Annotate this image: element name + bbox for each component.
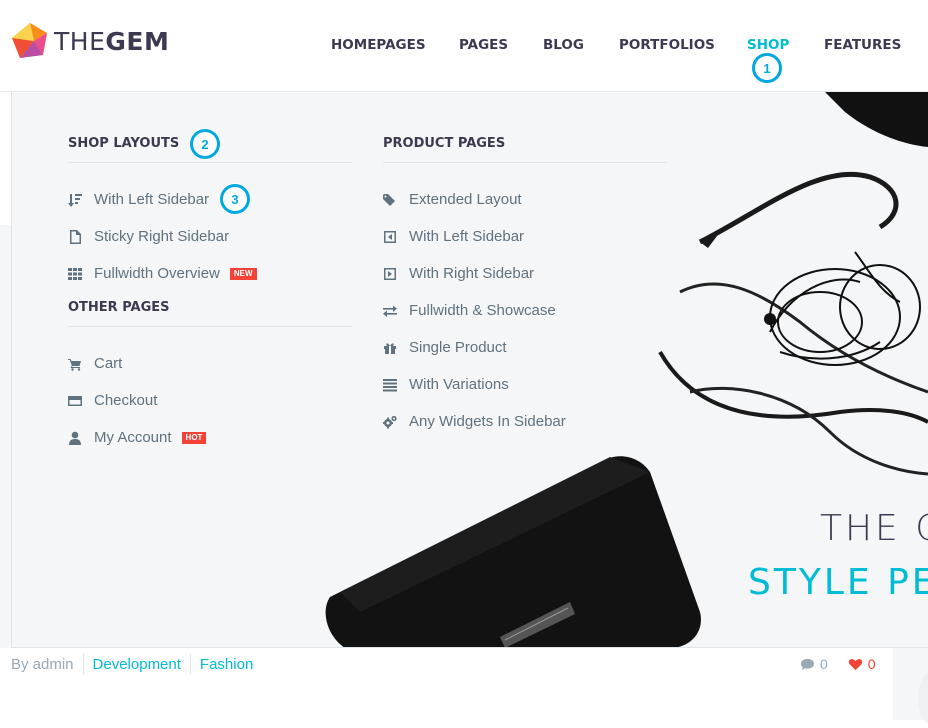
post-meta-right: 0 0 bbox=[800, 654, 876, 674]
heart-icon bbox=[848, 658, 862, 670]
menu-column-product-pages: PRODUCT PAGES Extended Layout With Left … bbox=[383, 136, 667, 440]
post-meta-bar: By admin Development Fashion 0 0 bbox=[0, 648, 928, 720]
product-pages-heading: PRODUCT PAGES bbox=[383, 136, 506, 151]
post-meta-left: By admin Development Fashion bbox=[11, 654, 253, 674]
divider bbox=[68, 326, 352, 327]
menu-item-with-variations[interactable]: With Variations bbox=[383, 366, 667, 403]
nav-features[interactable]: FEATURES bbox=[824, 37, 901, 53]
comments-count[interactable]: 0 bbox=[800, 656, 828, 672]
menu-column-shop-layouts: SHOP LAYOUTS With Left Sidebar Sticky Ri… bbox=[68, 136, 352, 456]
annotation-marker-3: 3 bbox=[220, 184, 250, 214]
menu-item-fullwidth-showcase[interactable]: Fullwidth & Showcase bbox=[383, 292, 667, 329]
menu-item-label: Checkout bbox=[94, 392, 158, 409]
other-pages-heading: OTHER PAGES bbox=[68, 300, 170, 315]
logo-text: THEGEM bbox=[54, 27, 169, 56]
nav-blog[interactable]: BLOG bbox=[543, 37, 584, 53]
cogs-icon bbox=[383, 415, 409, 429]
logo-text-light: THE bbox=[54, 26, 106, 56]
hot-badge: HOT bbox=[181, 431, 207, 444]
menu-item-fullwidth-overview[interactable]: Fullwidth Overview NEW bbox=[68, 255, 352, 292]
hero-heading-line2: STYLE PE bbox=[748, 562, 928, 603]
likes-count[interactable]: 0 bbox=[848, 656, 876, 672]
user-icon bbox=[68, 431, 94, 445]
likes-count-value: 0 bbox=[867, 656, 876, 672]
menu-item-label: With Right Sidebar bbox=[409, 265, 535, 282]
menu-item-sticky-right-sidebar[interactable]: Sticky Right Sidebar bbox=[68, 218, 352, 255]
menu-item-with-left-sidebar[interactable]: With Left Sidebar bbox=[68, 181, 352, 218]
category-link-fashion[interactable]: Fashion bbox=[200, 656, 253, 673]
comments-count-value: 0 bbox=[820, 656, 828, 672]
menu-item-product-with-left-sidebar[interactable]: With Left Sidebar bbox=[383, 218, 667, 255]
menu-item-any-widgets-in-sidebar[interactable]: Any Widgets In Sidebar bbox=[383, 403, 667, 440]
menu-item-label: With Left Sidebar bbox=[409, 228, 525, 245]
grid-icon bbox=[68, 267, 94, 281]
nav-shop[interactable]: SHOP bbox=[747, 37, 789, 53]
menu-item-label: With Left Sidebar bbox=[94, 191, 210, 208]
cart-icon bbox=[68, 357, 94, 371]
gem-logo-icon bbox=[12, 23, 47, 58]
category-link-development[interactable]: Development bbox=[93, 656, 181, 673]
post-author[interactable]: By admin bbox=[11, 656, 74, 673]
divider bbox=[68, 162, 352, 163]
menu-item-label: Fullwidth & Showcase bbox=[409, 302, 556, 319]
list-icon bbox=[383, 378, 409, 392]
menu-item-label: Sticky Right Sidebar bbox=[94, 228, 230, 245]
exchange-icon bbox=[383, 304, 409, 318]
file-icon bbox=[68, 229, 94, 244]
menu-item-label: Single Product bbox=[409, 339, 507, 356]
caret-square-right-icon bbox=[383, 267, 409, 281]
divider bbox=[383, 162, 667, 163]
annotation-marker-2: 2 bbox=[190, 129, 220, 159]
nav-homepages[interactable]: HOMEPAGES bbox=[331, 37, 426, 53]
hero-heading-line1: THE C bbox=[820, 508, 928, 549]
menu-item-label: My Account bbox=[94, 429, 172, 446]
caret-square-left-icon bbox=[383, 230, 409, 244]
menu-item-label: With Variations bbox=[409, 376, 509, 393]
menu-item-label: Any Widgets In Sidebar bbox=[409, 413, 566, 430]
nav-portfolios[interactable]: PORTFOLIOS bbox=[619, 37, 715, 53]
menu-item-checkout[interactable]: Checkout bbox=[68, 382, 352, 419]
new-badge: NEW bbox=[229, 267, 257, 280]
menu-item-single-product[interactable]: Single Product bbox=[383, 329, 667, 366]
menu-item-label: Fullwidth Overview bbox=[94, 265, 220, 282]
menu-item-with-right-sidebar[interactable]: With Right Sidebar bbox=[383, 255, 667, 292]
logo[interactable]: THEGEM bbox=[10, 21, 169, 61]
nav-pages[interactable]: PAGES bbox=[459, 37, 508, 53]
credit-card-icon bbox=[68, 394, 94, 408]
menu-item-label: Cart bbox=[94, 355, 123, 372]
tags-icon bbox=[383, 193, 409, 207]
annotation-marker-1: 1 bbox=[752, 53, 782, 83]
menu-item-my-account[interactable]: My Account HOT bbox=[68, 419, 352, 456]
gift-icon bbox=[383, 341, 409, 355]
left-edge-strip bbox=[0, 92, 11, 225]
sort-icon bbox=[68, 193, 94, 207]
divider bbox=[189, 654, 191, 674]
menu-item-extended-layout[interactable]: Extended Layout bbox=[383, 181, 667, 218]
menu-item-cart[interactable]: Cart bbox=[68, 345, 352, 382]
site-header: THEGEM HOMEPAGES PAGES BLOG PORTFOLIOS S… bbox=[0, 0, 928, 92]
logo-text-bold: GEM bbox=[105, 26, 170, 56]
divider bbox=[82, 654, 84, 674]
comment-icon bbox=[800, 658, 815, 670]
menu-item-label: Extended Layout bbox=[409, 191, 522, 208]
